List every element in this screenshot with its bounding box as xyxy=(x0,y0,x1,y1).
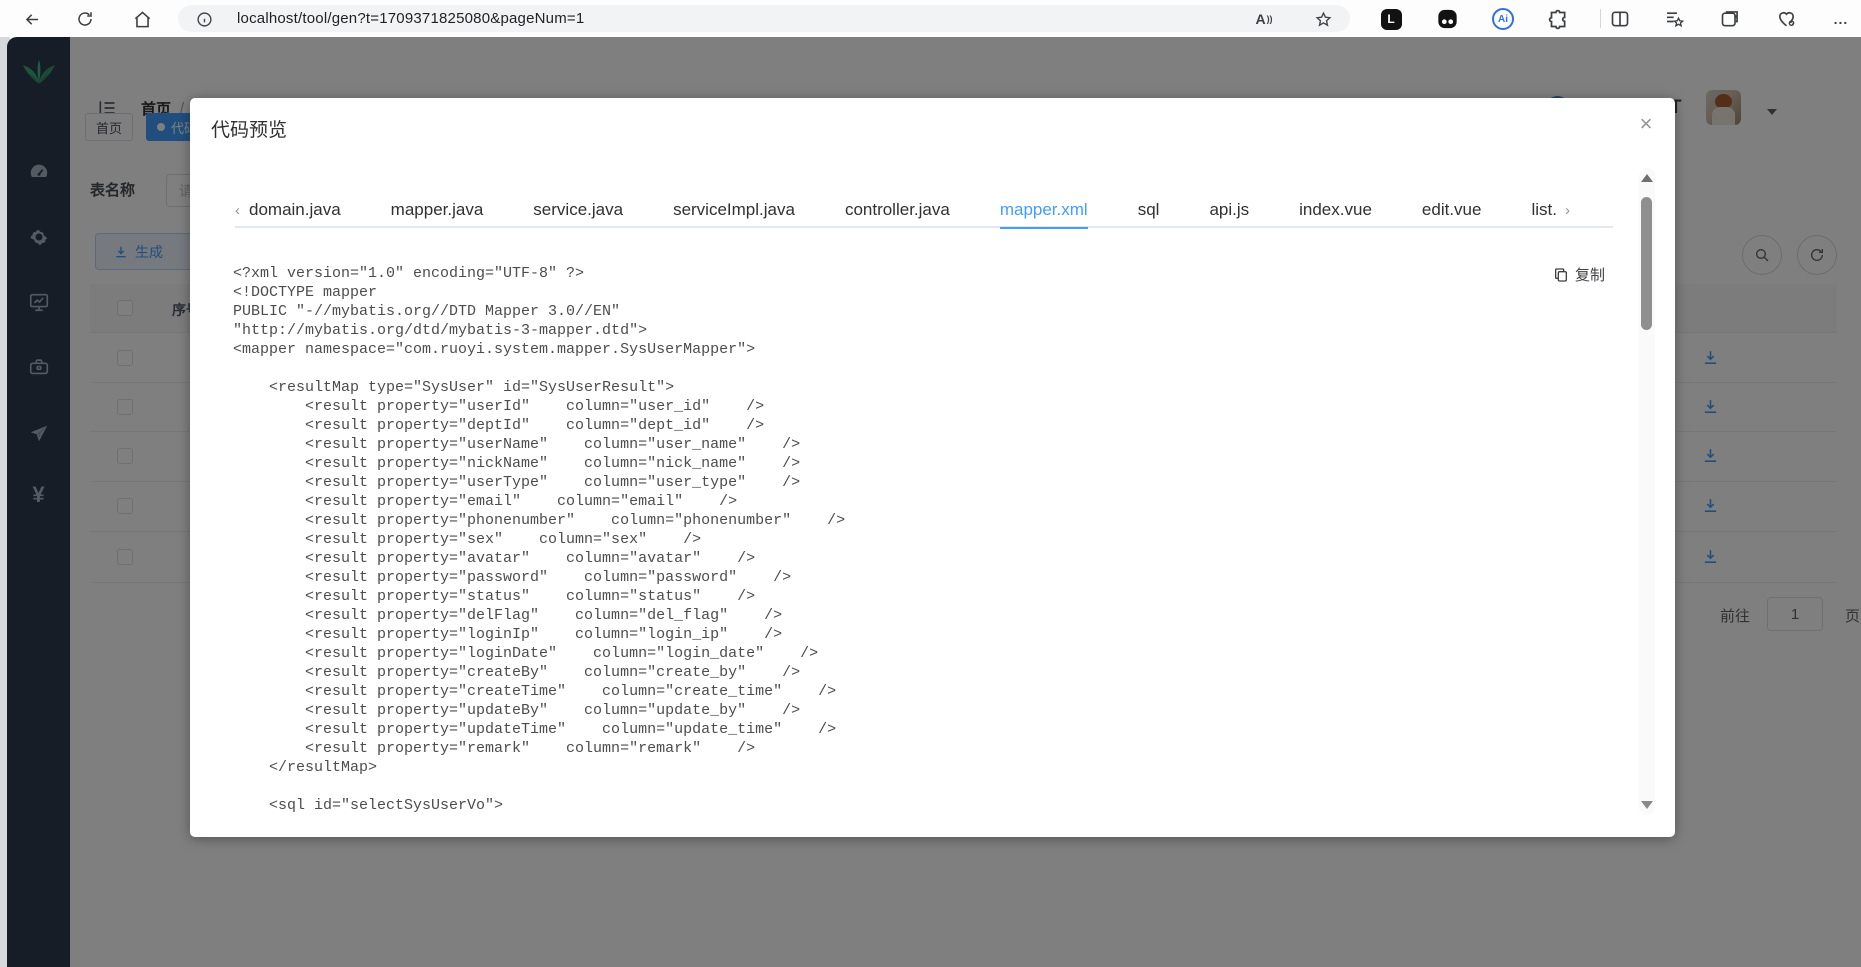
code-tabs: ‹ domain.java mapper.java service.java s… xyxy=(235,194,1613,229)
screen: localhost/tool/gen?t=1709371825080&pageN… xyxy=(0,0,1861,967)
scrollbar[interactable] xyxy=(1639,168,1655,815)
toolbar-divider xyxy=(1600,9,1601,28)
tab-mapper-java[interactable]: mapper.java xyxy=(391,200,484,220)
home-icon[interactable] xyxy=(129,6,155,32)
extensions-puzzle-icon[interactable] xyxy=(1545,6,1571,32)
copy-icon xyxy=(1553,267,1569,283)
more-icon[interactable]: ... xyxy=(1828,6,1854,32)
refresh-icon[interactable] xyxy=(72,6,98,32)
scroll-up-icon[interactable] xyxy=(1641,174,1653,182)
tab-domain-java[interactable]: domain.java xyxy=(249,200,341,220)
tab-list-vue[interactable]: list. xyxy=(1531,200,1557,220)
copy-button[interactable]: 复制 xyxy=(1553,264,1605,285)
code-preview-dialog: 代码预览 × ‹ domain.java mapper.java service… xyxy=(190,98,1675,837)
collections-icon[interactable] xyxy=(1717,6,1743,32)
info-icon[interactable] xyxy=(194,9,214,29)
url-text[interactable]: localhost/tool/gen?t=1709371825080&pageN… xyxy=(237,10,584,27)
favorites-icon[interactable] xyxy=(1661,6,1687,32)
close-icon[interactable]: × xyxy=(1633,111,1659,137)
tab-serviceimpl-java[interactable]: serviceImpl.java xyxy=(673,200,795,220)
tab-api-js[interactable]: api.js xyxy=(1209,200,1249,220)
scroll-down-icon[interactable] xyxy=(1641,801,1653,809)
tab-service-java[interactable]: service.java xyxy=(533,200,623,220)
tab-mapper-xml[interactable]: mapper.xml xyxy=(999,200,1088,229)
tab-edit-vue[interactable]: edit.vue xyxy=(1422,200,1482,220)
tab-controller-java[interactable]: controller.java xyxy=(845,200,950,220)
ai-extension-icon[interactable]: Ai xyxy=(1490,6,1516,32)
favorite-star-icon[interactable] xyxy=(1313,9,1333,29)
dialog-title: 代码预览 xyxy=(211,120,288,141)
address-bar[interactable]: localhost/tool/gen?t=1709371825080&pageN… xyxy=(178,5,1350,32)
scrollbar-thumb[interactable] xyxy=(1641,197,1652,330)
browser-chrome: localhost/tool/gen?t=1709371825080&pageN… xyxy=(0,0,1861,37)
back-icon[interactable] xyxy=(19,6,45,32)
tab-sql[interactable]: sql xyxy=(1138,200,1160,220)
reader-extension-icon[interactable] xyxy=(1434,6,1460,32)
split-screen-icon[interactable] xyxy=(1607,6,1633,32)
l-extension-icon[interactable]: L xyxy=(1378,6,1404,32)
read-aloud-icon[interactable]: A)) xyxy=(1254,9,1274,29)
browser-essentials-icon[interactable] xyxy=(1773,6,1799,32)
tabs-prev-icon[interactable]: ‹ xyxy=(235,202,249,219)
tab-index-vue[interactable]: index.vue xyxy=(1299,200,1372,220)
code-content[interactable]: <?xml version="1.0" encoding="UTF-8" ?> … xyxy=(233,264,1533,815)
tabs-next-icon[interactable]: › xyxy=(1565,202,1579,219)
